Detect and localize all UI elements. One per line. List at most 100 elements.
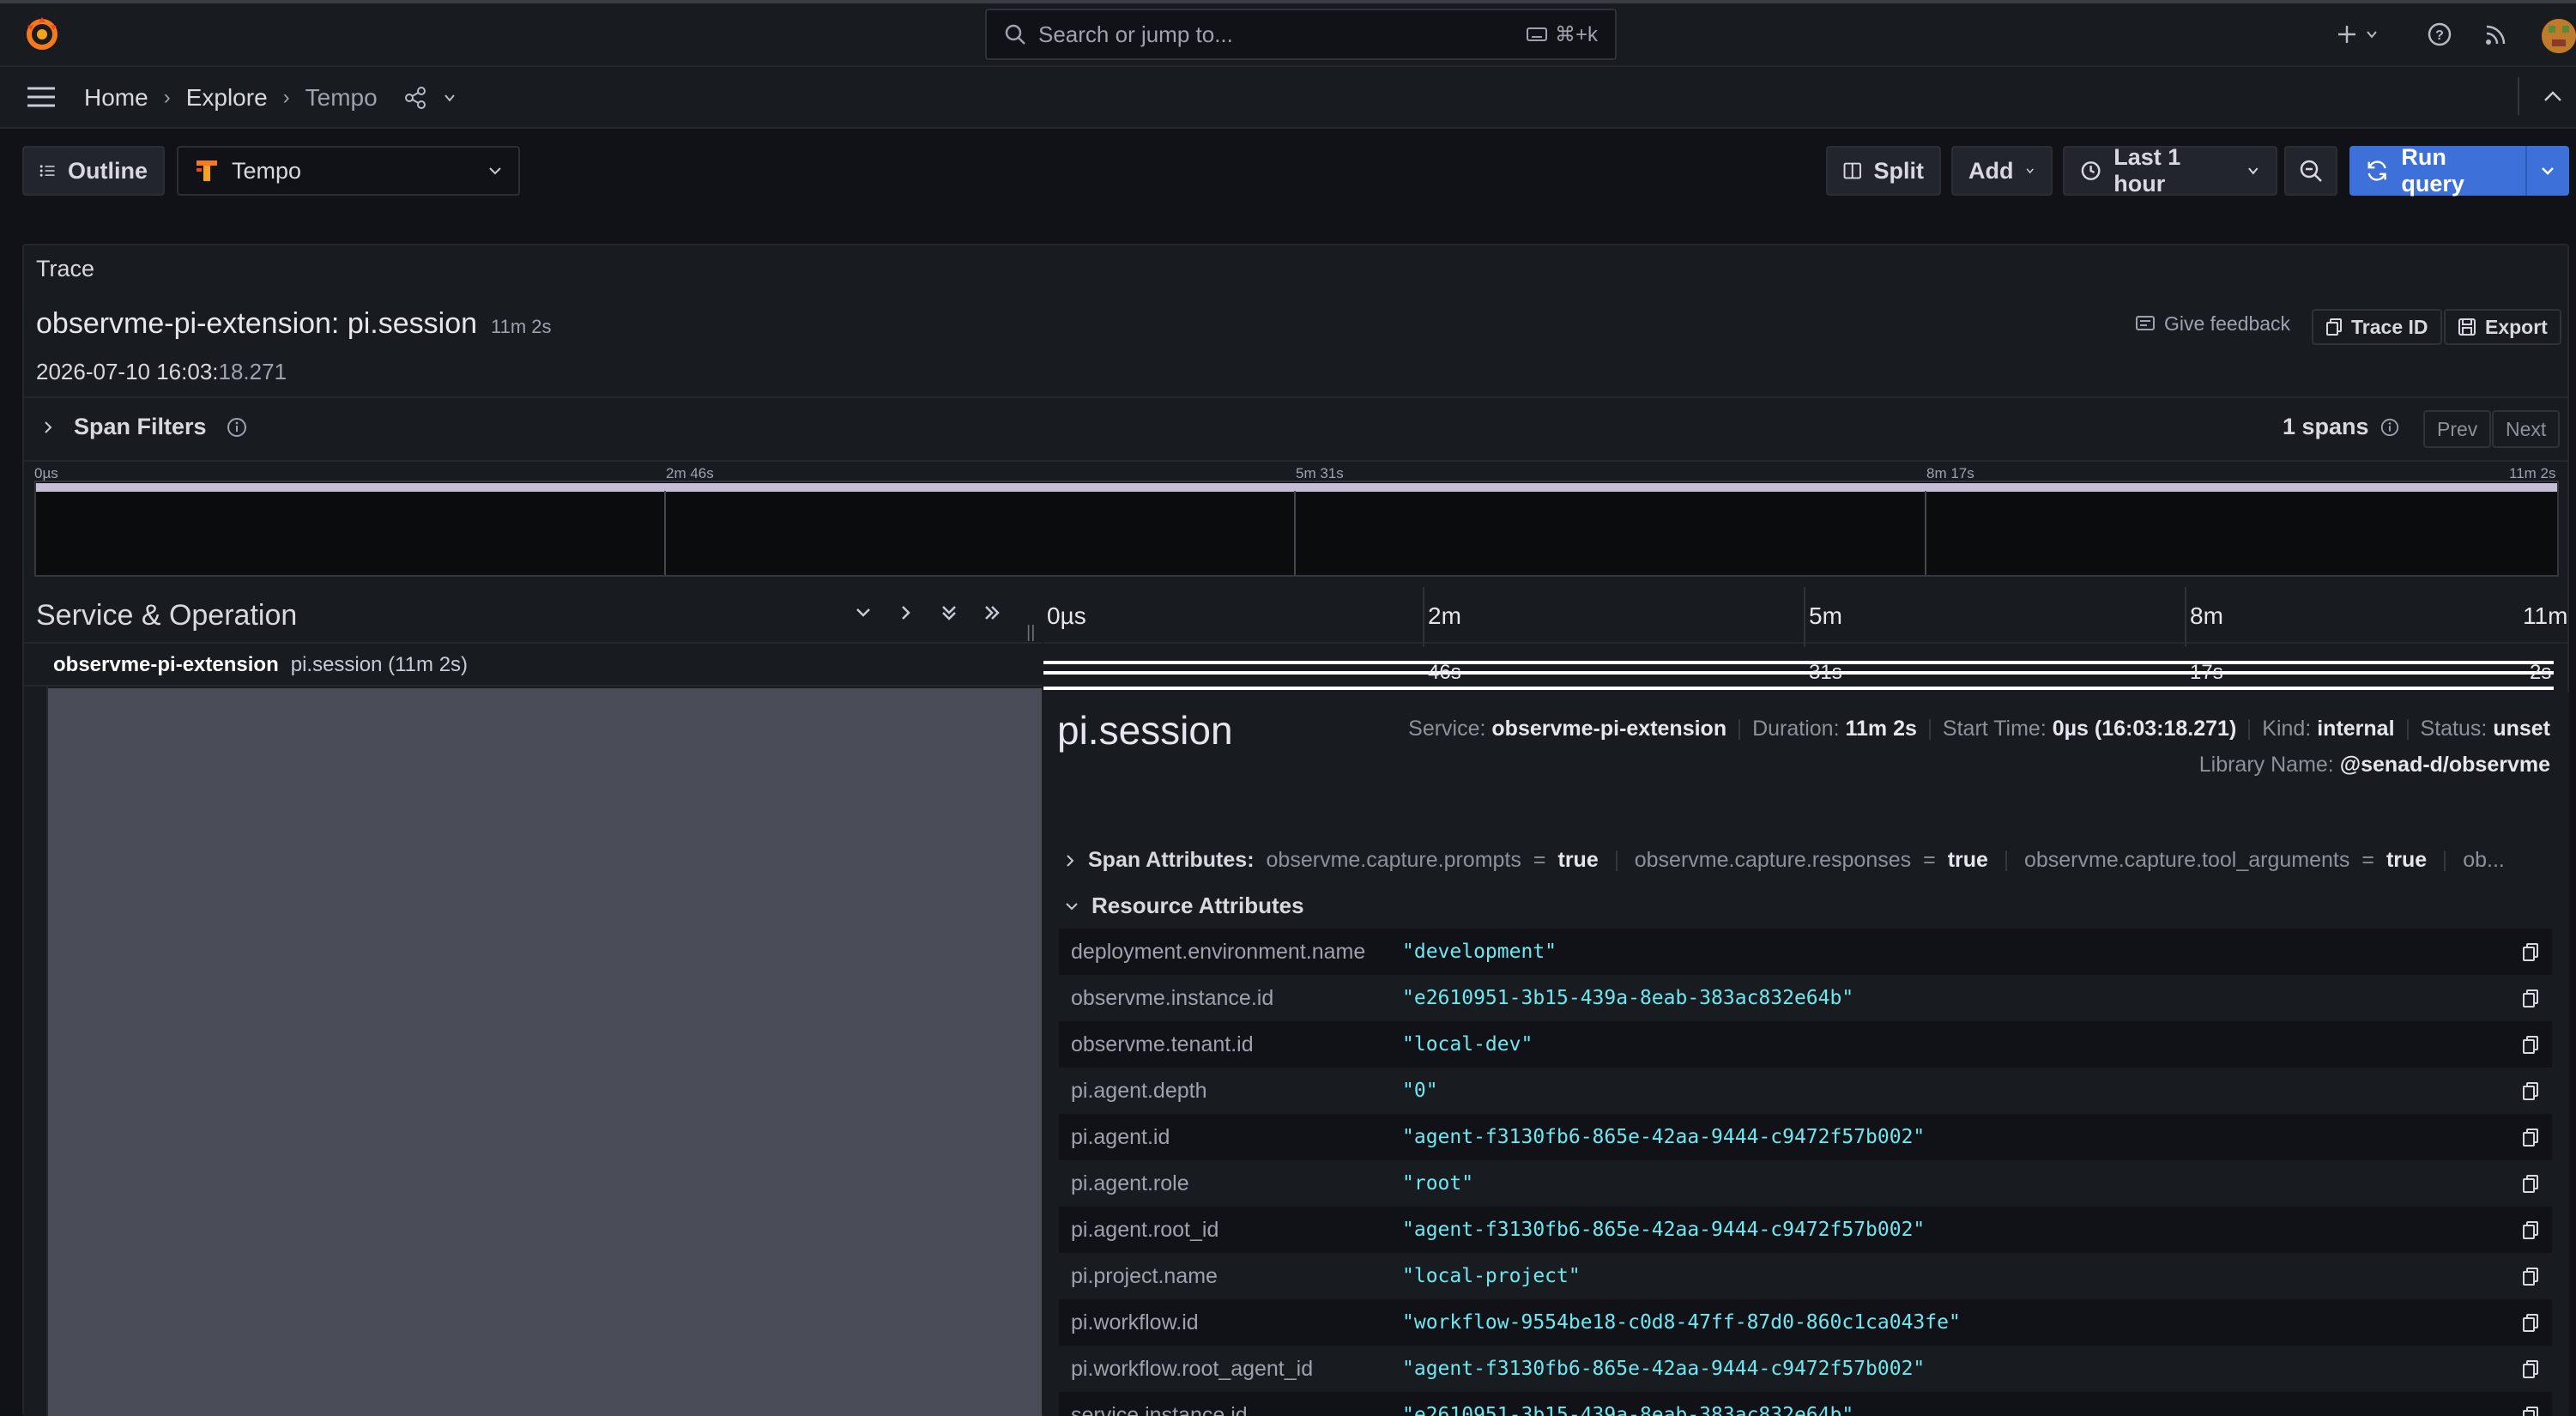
outline-label: Outline xyxy=(68,157,148,184)
column-resizer[interactable]: || xyxy=(1026,623,1035,643)
span-attributes-toggle[interactable]: Span Attributes: observme.capture.prompt… xyxy=(1064,848,2550,873)
timeline-header xyxy=(1043,587,2569,644)
grafana-logo-icon[interactable] xyxy=(22,14,62,53)
trace-minimap[interactable] xyxy=(34,481,2559,577)
split-button[interactable]: Split xyxy=(1826,146,1941,196)
expand-one-icon[interactable] xyxy=(896,602,916,623)
span-service-name: observme-pi-extension xyxy=(53,653,279,676)
breadcrumb-tempo: Tempo xyxy=(305,84,378,111)
attribute-value: "local-dev" xyxy=(1402,1033,1533,1056)
attribute-key: pi.project.name xyxy=(1071,1263,1218,1288)
copy-icon[interactable] xyxy=(2521,1174,2540,1195)
run-query-dropdown[interactable] xyxy=(2525,146,2569,196)
add-new-button[interactable] xyxy=(2336,19,2379,50)
resource-attribute-row: pi.agent.role "root" xyxy=(1059,1160,2552,1207)
collapse-one-icon[interactable] xyxy=(853,602,874,623)
chevron-down-icon xyxy=(1066,902,1078,910)
trace-id-button[interactable]: Trace ID xyxy=(2312,309,2442,345)
attribute-key: observme.instance.id xyxy=(1071,985,1274,1010)
chevron-up-icon[interactable] xyxy=(2542,88,2564,105)
attribute-value: "e2610951-3b15-439a-8eab-383ac832e64b" xyxy=(1402,1404,1854,1416)
trace-name: observme-pi-extension: pi.session xyxy=(36,307,478,340)
copy-icon[interactable] xyxy=(2521,1359,2540,1380)
span-meta: Service: observme-pi-extension Duration: … xyxy=(1408,711,2550,783)
split-label: Split xyxy=(1873,157,1925,184)
span-detail-indent xyxy=(48,688,1042,1416)
timeline-gridline xyxy=(1423,587,1424,647)
attribute-value: "agent-f3130fb6-865e-42aa-9444-c9472f57b… xyxy=(1402,1358,1926,1380)
attribute-value: "workflow-9554be18-c0d8-47ff-87d0-860c1c… xyxy=(1402,1311,1961,1334)
breadcrumb-home[interactable]: Home xyxy=(84,84,148,112)
datasource-picker[interactable]: Tempo xyxy=(177,146,520,196)
copy-icon[interactable] xyxy=(2521,1220,2540,1241)
user-avatar[interactable] xyxy=(2542,19,2576,53)
breadcrumb: Home › Explore › Tempo xyxy=(84,81,457,115)
span-status-value: unset xyxy=(2493,717,2550,741)
timeline-subtick: 31s xyxy=(1809,661,1842,684)
trace-start-date: 2026-07-10 16:03: xyxy=(36,359,219,384)
trace-start-ms: 18.271 xyxy=(218,359,287,384)
add-button[interactable]: Add xyxy=(1951,146,2053,196)
panel-title: Trace xyxy=(36,256,95,281)
search-icon xyxy=(1005,24,1025,45)
run-query-label: Run query xyxy=(2401,144,2464,197)
share-icon[interactable] xyxy=(403,86,427,110)
copy-icon[interactable] xyxy=(2521,1313,2540,1334)
search-placeholder: Search or jump to... xyxy=(1038,21,1233,47)
copy-icon[interactable] xyxy=(2521,1128,2540,1148)
prev-button[interactable]: Prev xyxy=(2423,410,2492,448)
run-query-button[interactable]: Run query xyxy=(2349,144,2569,197)
news-feed-icon[interactable] xyxy=(2483,19,2509,50)
copy-icon[interactable] xyxy=(2521,942,2540,963)
divider xyxy=(2005,850,2007,871)
list-icon xyxy=(39,165,55,177)
copy-icon[interactable] xyxy=(2521,1081,2540,1102)
span-attributes-label: Span Attributes: xyxy=(1088,848,1255,872)
span-library-label: Library Name: xyxy=(2198,753,2334,777)
add-label: Add xyxy=(1968,157,2014,184)
attribute-key: deployment.environment.name xyxy=(1071,939,1366,964)
zoom-out-button[interactable] xyxy=(2284,146,2337,196)
attr-eq: = xyxy=(2361,848,2374,872)
next-button[interactable]: Next xyxy=(2492,410,2561,448)
service-operation-title: Service & Operation xyxy=(36,599,298,632)
span-service-value: observme-pi-extension xyxy=(1491,717,1727,741)
collapse-all-icon[interactable] xyxy=(939,602,959,623)
attribute-key: service.instance.id xyxy=(1071,1402,1248,1416)
resource-attributes-toggle[interactable]: Resource Attributes xyxy=(1064,893,1304,919)
menu-icon[interactable] xyxy=(26,84,57,110)
run-query-main[interactable]: Run query xyxy=(2349,144,2525,197)
minimap-gridline xyxy=(1294,491,1296,575)
time-range-picker[interactable]: Last 1 hour xyxy=(2063,144,2277,197)
attribute-key: observme.tenant.id xyxy=(1071,1032,1254,1056)
chevron-down-icon[interactable] xyxy=(443,91,457,105)
span-filters-toggle[interactable]: Span Filters xyxy=(41,414,248,440)
copy-icon[interactable] xyxy=(2521,1267,2540,1287)
search-input[interactable]: Search or jump to... ⌘+k xyxy=(985,9,1617,60)
copy-icon[interactable] xyxy=(2521,1406,2540,1416)
outline-button[interactable]: Outline xyxy=(22,146,165,196)
expand-all-icon[interactable] xyxy=(982,602,1002,623)
trace-title: observme-pi-extension: pi.session 11m 2s xyxy=(36,307,552,341)
breadcrumb-explore[interactable]: Explore xyxy=(186,84,268,112)
chevron-down-icon xyxy=(2542,167,2555,175)
attr-key: observme.capture.responses xyxy=(1634,848,1912,872)
info-icon[interactable] xyxy=(226,416,248,439)
plus-icon xyxy=(2338,26,2355,43)
resource-attribute-row: pi.workflow.root_agent_id "agent-f3130fb6… xyxy=(1059,1346,2552,1392)
resource-attribute-row: pi.workflow.id "workflow-9554be18-c0d8-47… xyxy=(1059,1299,2552,1346)
timeline-span-bars xyxy=(1043,661,2554,690)
export-button[interactable]: Export xyxy=(2444,309,2561,345)
clock-icon xyxy=(2081,161,2101,180)
help-icon[interactable]: ? xyxy=(2427,19,2452,50)
attr-key: observme.capture.tool_arguments xyxy=(2023,848,2350,872)
tempo-logo-icon xyxy=(197,160,217,181)
info-icon[interactable] xyxy=(2379,417,2400,438)
attribute-value: "agent-f3130fb6-865e-42aa-9444-c9472f57b… xyxy=(1402,1126,1926,1148)
span-row[interactable]: observme-pi-extension pi.session (11m 2s… xyxy=(24,645,1042,687)
copy-icon[interactable] xyxy=(2521,1035,2540,1056)
attribute-key: pi.agent.depth xyxy=(1071,1078,1207,1103)
give-feedback-link[interactable]: Give feedback xyxy=(2135,312,2290,336)
copy-icon[interactable] xyxy=(2521,989,2540,1009)
chevron-down-icon xyxy=(2248,167,2259,175)
